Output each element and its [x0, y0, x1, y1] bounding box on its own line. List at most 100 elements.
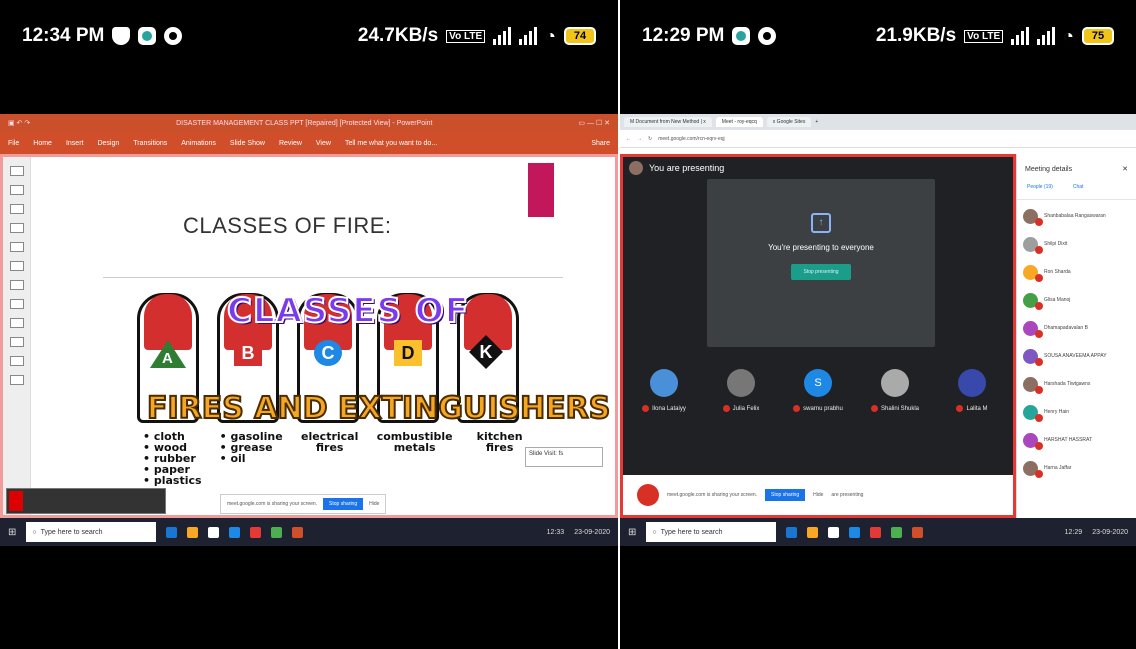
taskbar-search[interactable]: ○ Type here to search — [646, 522, 777, 542]
stop-sharing-button[interactable]: Stop sharing — [323, 498, 364, 510]
folder-icon[interactable] — [807, 526, 819, 538]
ribbon-insert[interactable]: Insert — [66, 140, 84, 147]
powerpoint-window: ▣ ↶ ↷ DISASTER MANAGEMENT CLASS PPT [Rep… — [0, 114, 618, 546]
word-icon[interactable] — [229, 526, 241, 538]
volte-icon: Vo LTE — [964, 29, 1004, 43]
participant-tile[interactable]: Ilona Lataiyy — [629, 369, 699, 412]
list-item[interactable]: Harna Jaffar — [1023, 454, 1130, 482]
hide-button[interactable]: Hide — [369, 501, 379, 507]
taskbar-search[interactable]: ○ Type here to search — [26, 522, 157, 542]
chrome-icon[interactable] — [271, 526, 283, 538]
tell-me-search[interactable]: Tell me what you want to do... — [345, 140, 437, 147]
presenting-label: You are presenting — [649, 163, 725, 173]
edge-icon[interactable] — [166, 526, 178, 538]
window-controls[interactable]: ▭ — ☐ ✕ — [578, 119, 610, 127]
ribbon-home[interactable]: Home — [33, 140, 52, 147]
participant-tile[interactable]: Shalini Shukla — [860, 369, 930, 412]
ppt-editor: CLASSES OF FIRE: A B C D K CLASSES OF FI… — [0, 154, 618, 518]
mail-icon[interactable] — [250, 526, 262, 538]
participant-tile[interactable]: Julia Felix — [706, 369, 776, 412]
panel-header: Meeting details ✕ — [1017, 154, 1136, 184]
folder-icon[interactable] — [187, 526, 199, 538]
tab-people[interactable]: People (19) — [1027, 184, 1053, 199]
status-time: 12:34 PM — [22, 25, 105, 46]
fire-classes-graphic: A B C D K CLASSES OF FIRES AND EXTINGUIS… — [137, 283, 611, 427]
list-item[interactable]: HARSHAT HASSRAT — [1023, 426, 1130, 454]
windows-start-icon[interactable]: ⊞ — [8, 527, 16, 538]
network-speed: 21.9KB/s — [875, 25, 957, 46]
left-phone-screen: 12:34 PM 24.7KB/s Vo LTE ◔ 74 ▣ ↶ ↷ DISA… — [0, 0, 618, 649]
sharing-notification-bar: meet.google.com is sharing your screen. … — [220, 494, 387, 514]
tab-google-sites[interactable]: x Google Sites — [766, 117, 812, 127]
list-item[interactable]: Glisa Manoj — [1023, 286, 1130, 314]
ribbon-review[interactable]: Review — [279, 140, 302, 147]
participant-tiles: Ilona Lataiyy Julia Felix Sswarnu prabhu… — [629, 369, 1007, 412]
stop-presenting-button[interactable]: Stop presenting — [791, 264, 851, 280]
recording-widget[interactable] — [6, 488, 166, 514]
ppt-window-title: DISASTER MANAGEMENT CLASS PPT [Repaired]… — [176, 119, 433, 127]
class-c-list: electrical fires — [300, 430, 359, 454]
chrome-tab-strip: M Document from New Method | x Meet - ro… — [620, 114, 1136, 130]
taskbar-time: 12:33 — [546, 528, 565, 536]
status-bar-left: 12:34 PM 24.7KB/s Vo LTE ◔ 74 — [0, 18, 618, 54]
reload-icon[interactable]: ↻ — [648, 136, 652, 142]
share-button[interactable]: Share — [591, 140, 610, 147]
store-icon[interactable] — [208, 526, 220, 538]
list-item[interactable]: Harshada Tiwtgawns — [1023, 370, 1130, 398]
list-item[interactable]: Dhamapadavalan B — [1023, 314, 1130, 342]
battery-icon: 74 — [564, 27, 596, 45]
slide-divider — [103, 277, 563, 278]
store-icon[interactable] — [828, 526, 840, 538]
powerpoint-icon[interactable] — [912, 526, 924, 538]
tab-meet[interactable]: Meet - roy-eqcq — [715, 117, 763, 127]
list-item[interactable]: Shanbabalaa Rangaswaran — [1023, 202, 1130, 230]
class-d-list: combustible metals — [376, 430, 453, 454]
hide-button[interactable]: Hide — [813, 492, 823, 498]
ribbon-design[interactable]: Design — [97, 140, 119, 147]
ribbon-transitions[interactable]: Transitions — [133, 140, 167, 147]
ribbon-file[interactable]: File — [8, 140, 19, 147]
word-icon[interactable] — [849, 526, 861, 538]
panel-tabs: People (19) Chat — [1017, 184, 1136, 200]
mail-icon[interactable] — [870, 526, 882, 538]
ppt-ribbon: File Home Insert Design Transitions Anim… — [0, 132, 618, 154]
chrome-icon[interactable] — [891, 526, 903, 538]
back-icon[interactable]: ← — [626, 136, 631, 142]
tab-document[interactable]: M Document from New Method | x — [624, 117, 712, 127]
signal-icon-2 — [1037, 27, 1056, 45]
list-item[interactable]: Ron Sharda — [1023, 258, 1130, 286]
stop-sharing-button[interactable]: Stop sharing — [765, 489, 806, 501]
new-tab-icon[interactable]: + — [815, 119, 818, 125]
right-phone-screen: 12:29 PM 21.9KB/s Vo LTE ◔ 75 M Document… — [620, 0, 1136, 649]
powerpoint-icon[interactable] — [292, 526, 304, 538]
end-call-button[interactable] — [637, 484, 659, 506]
tab-chat[interactable]: Chat — [1073, 184, 1084, 199]
slide-accent-bar — [528, 163, 554, 217]
app-notification-icon — [732, 27, 751, 45]
shield-icon — [112, 27, 131, 45]
wifi-icon: ◔ — [545, 25, 556, 46]
edge-icon[interactable] — [786, 526, 798, 538]
participant-tile[interactable]: Lalita M — [937, 369, 1007, 412]
close-icon[interactable]: ✕ — [1122, 165, 1128, 173]
slide-thumbnail-pane[interactable] — [3, 157, 31, 515]
screenshot-composite: 12:34 PM 24.7KB/s Vo LTE ◔ 74 ▣ ↶ ↷ DISA… — [0, 0, 1136, 649]
list-item[interactable]: SOUSA ANAVEEMA APPAY — [1023, 342, 1130, 370]
search-icon: ○ — [652, 528, 657, 536]
ribbon-animations[interactable]: Animations — [181, 140, 216, 147]
taskbar-date: 23-09-2020 — [1092, 528, 1128, 536]
present-label[interactable]: are presenting — [831, 492, 863, 498]
list-item[interactable]: Henry Hain — [1023, 398, 1130, 426]
volte-icon: Vo LTE — [446, 29, 486, 43]
list-item[interactable]: Shilpi Dixit — [1023, 230, 1130, 258]
ribbon-slideshow[interactable]: Slide Show — [230, 140, 265, 147]
notes-box[interactable]: Slide Visit: fs — [525, 447, 603, 467]
url-field[interactable]: meet.google.com/rcn-eqrv-eqj — [658, 136, 724, 142]
ppt-app-icon: ▣ ↶ ↷ — [8, 120, 31, 127]
participant-tile[interactable]: Sswarnu prabhu — [783, 369, 853, 412]
forward-icon[interactable]: → — [637, 136, 642, 142]
location-icon — [164, 27, 183, 45]
windows-start-icon[interactable]: ⊞ — [628, 527, 636, 538]
class-b-list: • gasoline • grease • oil — [219, 430, 283, 465]
ribbon-view[interactable]: View — [316, 140, 331, 147]
